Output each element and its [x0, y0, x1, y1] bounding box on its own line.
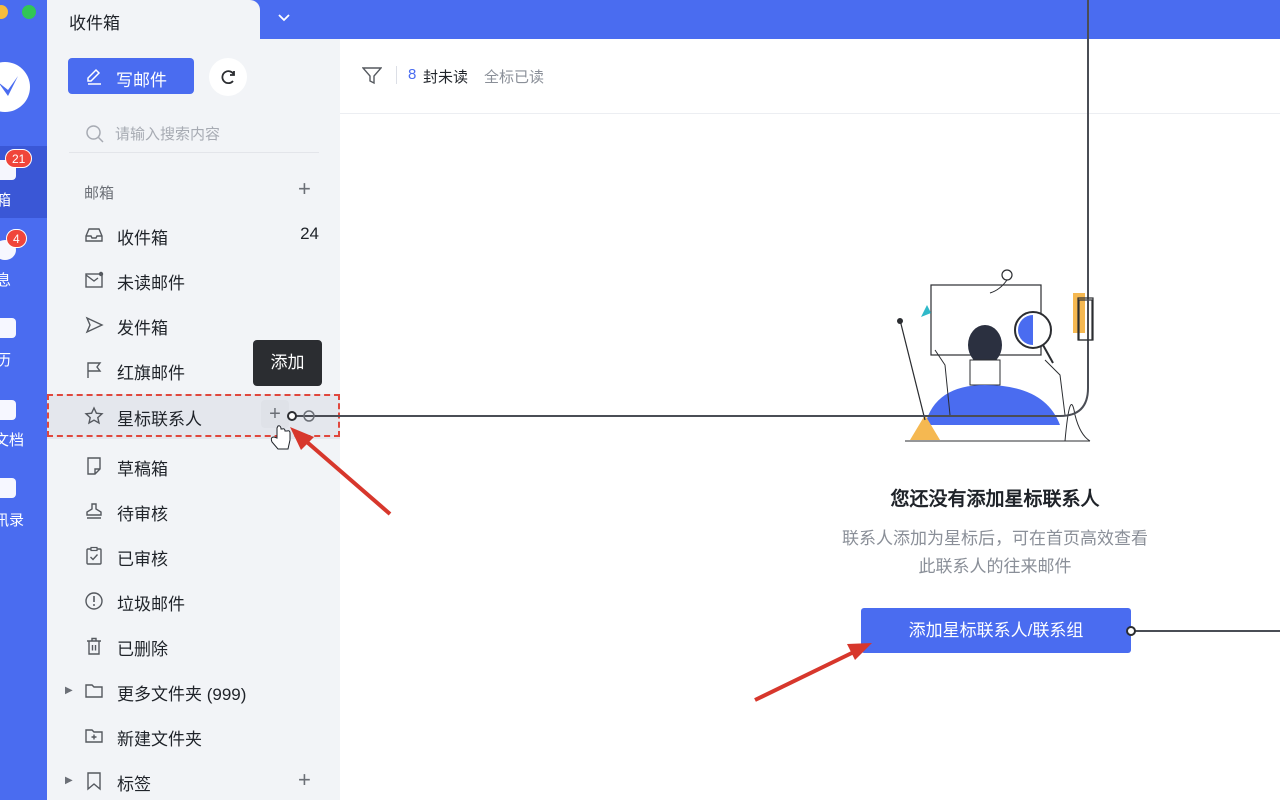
rail-item-calendar[interactable]: 历	[0, 306, 47, 378]
sidebar-item-drafts[interactable]: 草稿箱	[47, 444, 340, 489]
mark-all-read-link[interactable]: 全标已读	[484, 66, 544, 87]
sidebar-item-label: 红旗邮件	[117, 364, 185, 383]
rail-item-contacts-label: 讯录	[0, 512, 25, 529]
sidebar-item-unread[interactable]: 未读邮件	[47, 258, 340, 303]
inbox-count: 24	[300, 224, 319, 243]
app-rail: 21 箱 4 息 历 文档 讯录	[0, 0, 47, 800]
search-icon	[86, 125, 104, 143]
rail-item-docs[interactable]: 文档	[0, 386, 47, 458]
sidebar-item-label: 已审核	[117, 550, 168, 569]
rail-item-mail[interactable]: 21 箱	[0, 146, 47, 218]
sidebar-item-reviewed[interactable]: 已审核	[47, 534, 340, 579]
expand-caret-icon[interactable]: ▶	[65, 775, 73, 786]
rail-item-contacts[interactable]: 讯录	[0, 466, 47, 538]
trash-icon	[87, 637, 101, 655]
mail-list-toolbar: 8 封未读 全标已读	[340, 39, 1280, 114]
unread-label: 封未读	[423, 69, 469, 86]
compose-label: 写邮件	[116, 71, 167, 90]
empty-state-description-line: 此联系人的往来邮件	[918, 557, 1072, 576]
filter-icon[interactable]	[362, 67, 382, 85]
toolbar-divider	[396, 66, 397, 84]
empty-state-illustration	[897, 269, 1093, 442]
bookmark-icon	[87, 772, 101, 791]
clipboard-check-icon	[86, 546, 102, 565]
chevron-down-icon[interactable]	[277, 10, 291, 26]
tab-inbox-label: 收件箱	[69, 14, 120, 33]
add-mailbox-button[interactable]: +	[298, 178, 311, 200]
add-starred-contact-group-button[interactable]: 添加星标联系人/联系组	[861, 608, 1131, 653]
folder-icon	[85, 684, 103, 698]
sidebar-item-label: 未读邮件	[117, 274, 185, 293]
sidebar-item-new-folder[interactable]: 新建文件夹	[47, 714, 340, 759]
sidebar-item-label: 更多文件夹 (999)	[117, 685, 247, 704]
empty-state-title: 您还没有添加星标联系人	[890, 489, 1100, 510]
sidebar-item-label: 待审核	[117, 505, 168, 524]
mail-badge: 21	[5, 149, 33, 168]
folder-add-icon	[85, 729, 103, 743]
add-tooltip: 添加	[253, 340, 322, 386]
rail-item-messages-label: 息	[0, 272, 12, 289]
red-arrow-line-2	[754, 648, 859, 702]
document-icon	[0, 400, 16, 420]
sidebar-item-label: 收件箱	[117, 229, 168, 248]
refresh-button[interactable]	[209, 58, 247, 96]
draft-icon	[87, 457, 101, 475]
add-tag-button[interactable]: +	[298, 767, 311, 793]
flag-icon	[87, 362, 102, 378]
pencil-icon	[87, 68, 101, 85]
top-tab-bar: 收件箱	[47, 0, 1280, 39]
window-minimize-button[interactable]	[0, 5, 8, 19]
expand-caret-icon[interactable]: ▶	[65, 685, 73, 696]
rail-item-mail-label: 箱	[0, 192, 12, 209]
sidebar-item-tags[interactable]: ▶ 标签 +	[47, 759, 340, 800]
sidebar-item-label: 发件箱	[117, 319, 168, 338]
spam-icon	[85, 592, 103, 610]
app-logo	[0, 62, 30, 112]
compose-button[interactable]: 写邮件	[68, 58, 194, 94]
messages-badge: 4	[6, 229, 27, 248]
calendar-icon	[0, 318, 16, 338]
rail-item-messages[interactable]: 4 息	[0, 226, 47, 298]
search-input[interactable]	[115, 122, 305, 146]
sidebar-item-label: 垃圾邮件	[117, 595, 185, 614]
stamp-icon	[86, 503, 102, 519]
sidebar-item-label: 新建文件夹	[117, 730, 202, 749]
sidebar-item-inbox[interactable]: 收件箱 24	[47, 213, 340, 258]
send-icon	[85, 316, 104, 334]
sidebar-item-pending-review[interactable]: 待审核	[47, 489, 340, 534]
unread-mail-icon	[85, 271, 104, 288]
inbox-icon	[85, 228, 103, 242]
sidebar-item-spam[interactable]: 垃圾邮件	[47, 579, 340, 624]
refresh-icon	[221, 70, 235, 85]
empty-state-description: 联系人添加为星标后，可在首页高效查看 此联系人的往来邮件	[810, 525, 1180, 581]
tab-inbox[interactable]: 收件箱	[47, 0, 260, 39]
empty-state-description-line: 联系人添加为星标后，可在首页高效查看	[842, 529, 1148, 548]
mailbox-section-title: 邮箱	[84, 185, 115, 202]
contacts-icon	[0, 478, 16, 498]
sidebar-item-more-folders[interactable]: ▶ 更多文件夹 (999)	[47, 669, 340, 714]
unread-count: 8	[408, 66, 417, 83]
rail-item-calendar-label: 历	[0, 352, 12, 369]
search-box[interactable]	[69, 119, 319, 153]
sidebar-item-label: 草稿箱	[117, 460, 168, 479]
sidebar-item-label: 已删除	[117, 640, 168, 659]
sidebar-item-deleted[interactable]: 已删除	[47, 624, 340, 669]
window-zoom-button[interactable]	[22, 5, 36, 19]
sidebar-item-label: 标签	[117, 775, 151, 794]
rail-item-docs-label: 文档	[0, 432, 25, 449]
annotation-highlight-box	[47, 394, 340, 437]
